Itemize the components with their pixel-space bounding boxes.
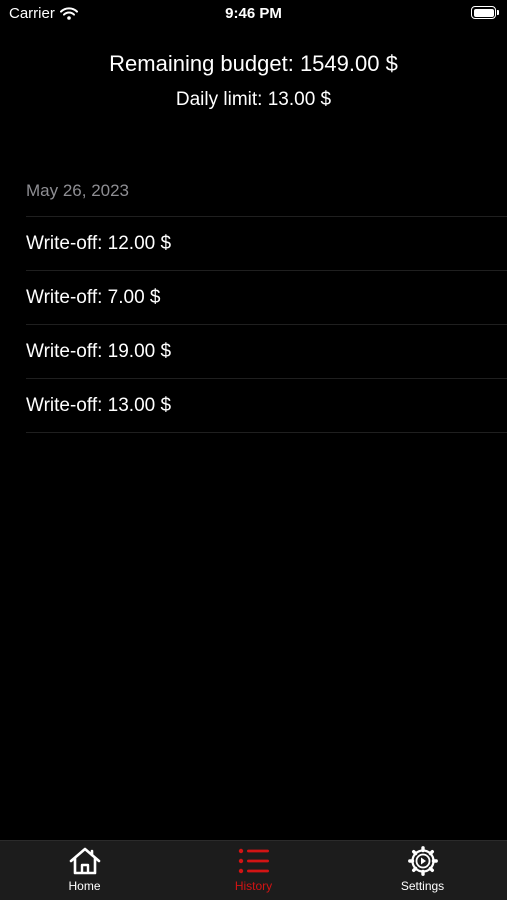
tab-settings-label: Settings — [400, 879, 445, 893]
tab-bar: Home History Settings — [0, 840, 507, 900]
section-date-header: May 26, 2023 — [26, 165, 507, 217]
status-bar: Carrier 9:46 PM — [0, 0, 507, 28]
battery-icon — [471, 6, 499, 19]
tab-history-label: History — [234, 879, 273, 893]
history-list: May 26, 2023 Write-off: 12.00 $ Write-of… — [26, 165, 507, 433]
list-item[interactable]: Write-off: 12.00 $ — [26, 217, 507, 271]
list-item[interactable]: Write-off: 7.00 $ — [26, 271, 507, 325]
remaining-budget-label: Remaining budget: 1549.00 $ — [109, 51, 398, 76]
daily-limit-label: Daily limit: 13.00 $ — [175, 89, 332, 110]
list-item[interactable]: Write-off: 19.00 $ — [26, 325, 507, 379]
tab-home[interactable]: Home — [0, 841, 169, 900]
tab-settings[interactable]: Settings — [338, 841, 507, 900]
budget-summary: Remaining budget: 1549.00 $ Daily limit:… — [0, 48, 507, 114]
clock: 9:46 PM — [225, 5, 282, 22]
list-item[interactable]: Write-off: 13.00 $ — [26, 379, 507, 433]
tab-history[interactable]: History — [169, 841, 338, 900]
house-icon — [68, 846, 102, 876]
tab-home-label: Home — [68, 879, 101, 893]
gear-icon — [406, 846, 440, 876]
list-icon — [237, 846, 271, 876]
